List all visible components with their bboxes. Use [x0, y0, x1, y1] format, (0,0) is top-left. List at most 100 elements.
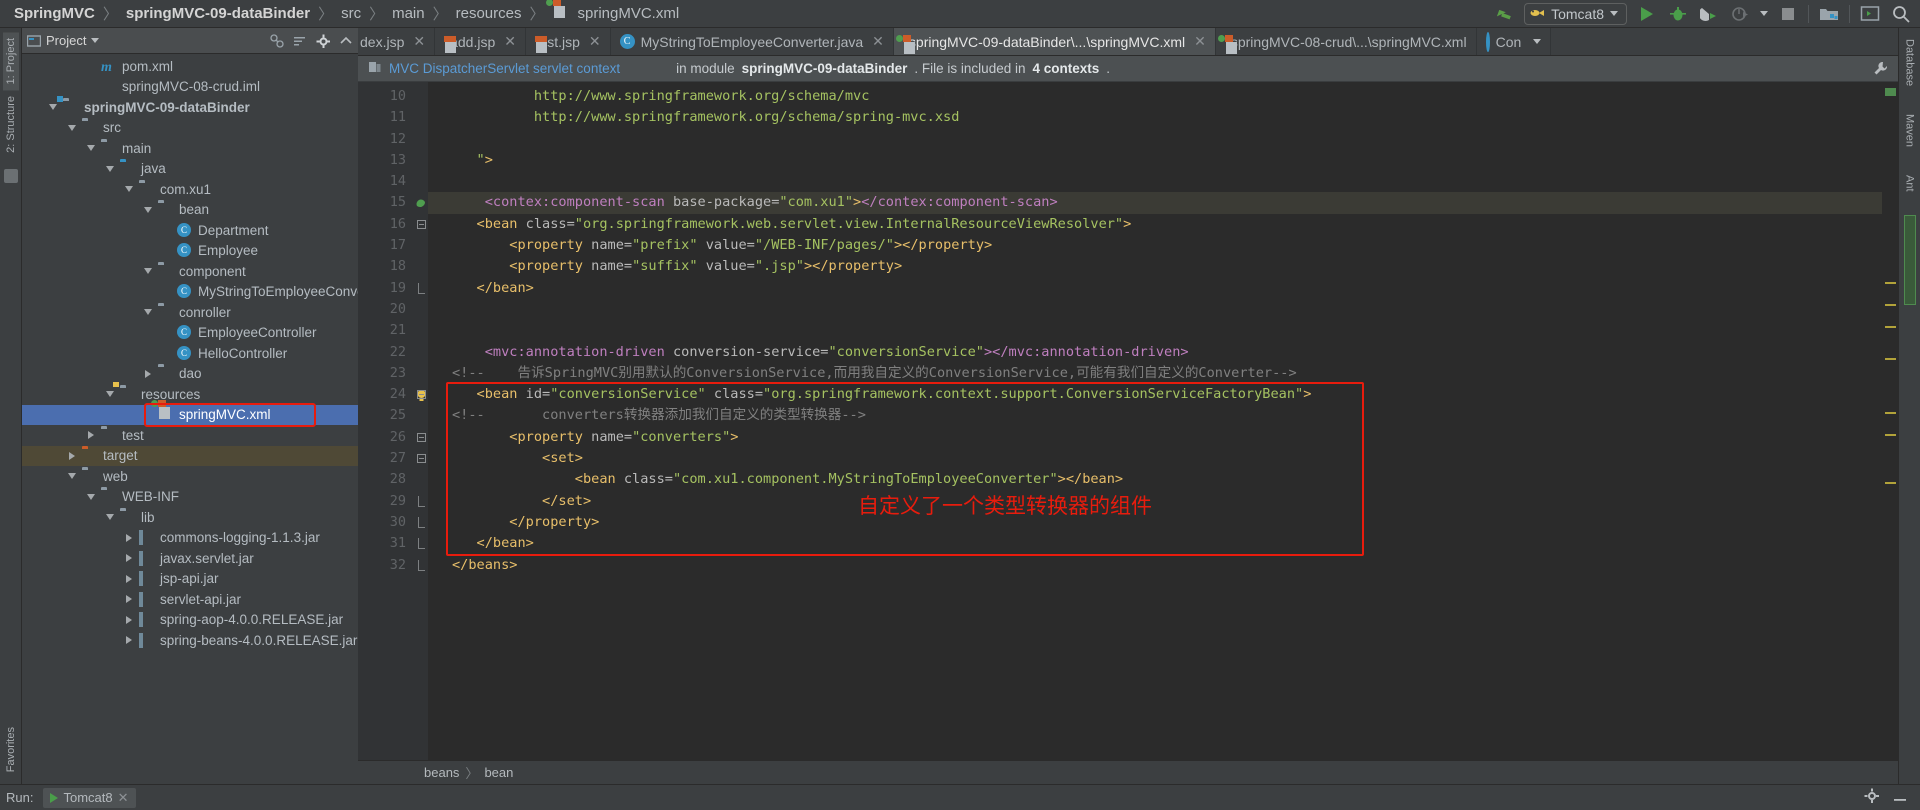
run-tab-tomcat8[interactable]: Tomcat8 ✕	[43, 787, 136, 808]
code-line[interactable]: ">	[428, 150, 1882, 171]
code-line[interactable]: <property name="suffix" value=".jsp"></p…	[428, 256, 1882, 277]
project-structure-icon[interactable]	[1818, 3, 1840, 25]
editor-tab-5[interactable]: springMVC-08-crud\...\springMVC.xml	[1216, 28, 1477, 55]
fold-marker[interactable]	[414, 278, 428, 299]
collapse-arrow-icon[interactable]	[123, 186, 135, 193]
sidebar-item-ant[interactable]: Ant	[1902, 168, 1918, 199]
tree-node[interactable]: spring-beans-4.0.0.RELEASE.jar	[22, 630, 358, 651]
collapse-arrow-icon[interactable]	[66, 473, 78, 480]
code-line[interactable]: <mvc:annotation-driven conversion-servic…	[428, 342, 1882, 363]
code-line[interactable]	[428, 320, 1882, 341]
editor-tab-0[interactable]: dex.jsp ✕	[358, 28, 436, 55]
settings-gear-icon[interactable]	[316, 34, 330, 48]
tree-node[interactable]: C MyStringToEmployeeConverter	[22, 282, 358, 303]
collapse-arrow-icon[interactable]	[104, 165, 116, 172]
code-line[interactable]: </bean>	[428, 533, 1882, 554]
editor-tab-2[interactable]: list.jsp ✕	[526, 28, 611, 55]
chevron-down-icon[interactable]	[1610, 11, 1618, 16]
close-tab-icon[interactable]: ✕	[1194, 33, 1206, 50]
code-line[interactable]	[428, 129, 1882, 150]
expand-arrow-icon[interactable]	[123, 615, 135, 624]
tree-node[interactable]: bean	[22, 200, 358, 221]
update-app-icon[interactable]	[1493, 3, 1515, 25]
tree-node[interactable]: commons-logging-1.1.3.jar	[22, 528, 358, 549]
tree-node[interactable]: resources	[22, 384, 358, 405]
expand-arrow-icon[interactable]	[123, 636, 135, 645]
code-line[interactable]: </bean>	[428, 278, 1882, 299]
commander-icon[interactable]	[3, 169, 18, 184]
code-content[interactable]: http://www.springframework.org/schema/mv…	[428, 82, 1882, 760]
expand-arrow-icon[interactable]	[123, 533, 135, 542]
close-tab-icon[interactable]: ✕	[589, 33, 601, 50]
expand-arrow-icon[interactable]	[66, 451, 78, 460]
tree-node[interactable]: java	[22, 159, 358, 180]
error-marker-strip[interactable]	[1882, 82, 1898, 760]
expand-arrow-icon[interactable]	[123, 554, 135, 563]
fold-marker[interactable]	[414, 214, 428, 235]
breadcrumb-item-3[interactable]: main	[388, 5, 429, 22]
sidebar-item-maven[interactable]: Maven	[1902, 107, 1918, 154]
tree-node[interactable]: WEB-INF	[22, 487, 358, 508]
hide-panel-icon[interactable]	[339, 34, 353, 48]
code-line[interactable]: http://www.springframework.org/schema/sp…	[428, 107, 1882, 128]
wrench-icon[interactable]	[1873, 61, 1888, 76]
code-line[interactable]: <set>	[428, 448, 1882, 469]
code-folding-column[interactable]	[414, 82, 428, 760]
tree-node[interactable]: springMVC.xml	[22, 400, 358, 425]
tree-node[interactable]: component	[22, 261, 358, 282]
close-icon[interactable]: ✕	[118, 790, 129, 806]
tree-node[interactable]: C Employee	[22, 241, 358, 262]
tree-node[interactable]: C HelloController	[22, 343, 358, 364]
collapse-arrow-icon[interactable]	[104, 514, 116, 521]
code-line[interactable]: http://www.springframework.org/schema/mv…	[428, 86, 1882, 107]
tree-node[interactable]: jsp-api.jar	[22, 569, 358, 590]
close-tab-icon[interactable]: ✕	[504, 33, 516, 50]
breadcrumb-item-2[interactable]: src	[337, 5, 365, 22]
code-line[interactable]: <bean id="conversionService" class="org.…	[428, 384, 1882, 405]
tree-node[interactable]: javax.servlet.jar	[22, 548, 358, 569]
tree-node[interactable]: C EmployeeController	[22, 323, 358, 344]
collapse-arrow-icon[interactable]	[142, 268, 154, 275]
expand-arrow-icon[interactable]	[123, 595, 135, 604]
breadcrumb-item-4[interactable]: resources	[452, 5, 526, 22]
spring-bean-gutter-icon[interactable]	[416, 196, 427, 209]
run-with-coverage-icon[interactable]	[1698, 3, 1720, 25]
minimize-icon[interactable]	[1892, 788, 1908, 807]
editor-tab-6[interactable]: Con	[1477, 28, 1552, 55]
editor-tab-1[interactable]: add.jsp ✕	[435, 28, 526, 55]
code-editor[interactable]: 10 11 12 13 14 15 16 17 18 19 20 21 22 23 24 25 26 27 28 29…	[358, 82, 1898, 760]
tree-node[interactable]: servlet-api.jar	[22, 589, 358, 610]
code-line[interactable]: <property name="prefix" value="/WEB-INF/…	[428, 235, 1882, 256]
tree-node[interactable]: springMVC-08-crud.iml	[22, 77, 358, 98]
servlet-context-link[interactable]: MVC DispatcherServlet servlet context	[389, 61, 620, 76]
sidebar-item-database[interactable]: Database	[1902, 32, 1918, 93]
debug-icon[interactable]	[1667, 3, 1689, 25]
tree-node[interactable]: springMVC-09-dataBinder	[22, 97, 358, 118]
tree-node[interactable]: spring-aop-4.0.0.RELEASE.jar	[22, 610, 358, 631]
project-chevron-down-icon[interactable]	[91, 38, 100, 43]
tree-node[interactable]: C Department	[22, 220, 358, 241]
code-line[interactable]	[428, 299, 1882, 320]
code-line[interactable]: <bean class="org.springframework.web.ser…	[428, 214, 1882, 235]
code-line[interactable]: <!-- converters转换器添加我们自定义的类型转换器-->	[428, 405, 1882, 426]
gear-icon[interactable]	[1864, 788, 1880, 807]
code-line[interactable]: <bean class="com.xu1.component.MyStringT…	[428, 469, 1882, 490]
sort-icon[interactable]	[293, 34, 307, 48]
terminal-icon[interactable]	[1859, 3, 1881, 25]
editor-tab-4[interactable]: springMVC-09-dataBinder\...\springMVC.xm…	[893, 28, 1216, 55]
project-tree[interactable]: m pom.xml springMVC-08-crud.iml springMVC-0…	[22, 54, 358, 784]
tree-node[interactable]: lib	[22, 507, 358, 528]
chevron-down-icon[interactable]	[1533, 39, 1542, 44]
collapse-arrow-icon[interactable]	[142, 206, 154, 213]
fold-marker[interactable]	[414, 555, 428, 576]
minimap-strip[interactable]	[1903, 214, 1916, 305]
sidebar-item-favorites[interactable]: Favorites	[3, 721, 19, 778]
tree-node[interactable]: com.xu1	[22, 179, 358, 200]
code-line[interactable]: <!-- 告诉SpringMVC别用默认的ConversionService,而…	[428, 363, 1882, 384]
editor-breadcrumb-item-0[interactable]: beans	[424, 765, 459, 780]
collapse-arrow-icon[interactable]	[85, 493, 97, 500]
fold-marker[interactable]	[414, 448, 428, 469]
code-line[interactable]: </beans>	[428, 555, 1882, 576]
code-line[interactable]: </set>	[428, 491, 1882, 512]
collapse-arrow-icon[interactable]	[47, 104, 59, 111]
